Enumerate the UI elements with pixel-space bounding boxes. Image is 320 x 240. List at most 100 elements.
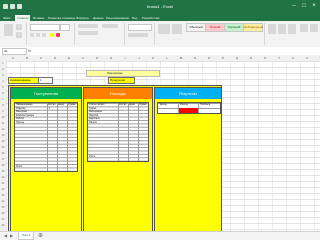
style-neutral[interactable]: Нейтральный <box>243 23 263 32</box>
insert-cells-icon[interactable] <box>268 24 276 34</box>
column-header[interactable]: I <box>118 56 132 60</box>
sum-icon[interactable] <box>300 24 308 32</box>
format-table-icon[interactable] <box>172 24 182 34</box>
column-header[interactable]: H <box>104 56 118 60</box>
window-title: Книга1 - Excel <box>147 4 173 9</box>
minimize-icon[interactable]: – <box>290 3 298 10</box>
column-header[interactable]: Q <box>230 56 244 60</box>
expense-row-name: Налоги <box>89 121 98 124</box>
income-col-name: Наименование <box>16 103 33 106</box>
result-panel: Результат Доход Расход Прибыль <box>154 87 222 231</box>
ribbon: Обычный Плохой Хороший Нейтральный <box>0 21 320 48</box>
expense-row-name: Зарплата <box>89 117 100 120</box>
column-header[interactable]: S <box>258 56 272 60</box>
column-header[interactable]: P <box>216 56 230 60</box>
ribbon-separator <box>26 23 27 45</box>
income-total-label: Итого <box>16 165 23 168</box>
wrap-text-icon[interactable] <box>78 31 98 35</box>
sheet-tab[interactable]: Лист1 <box>18 232 35 240</box>
result-table[interactable]: Доход Расход Прибыль <box>157 102 221 114</box>
column-header[interactable]: D <box>48 56 62 60</box>
column-header[interactable]: B <box>20 56 34 60</box>
input1-label-cell[interactable]: Наименование <box>8 77 39 84</box>
income-row-qty: 1 <box>49 107 51 110</box>
worksheet-grid[interactable]: План выпуска Наименование 1 Продукция По… <box>6 61 320 231</box>
sheet-tab-bar: ◀ ▶ Лист1 ⊕ <box>0 231 320 240</box>
excel-window: Книга1 - Excel – □ × Файл Главная Вставк… <box>0 0 320 240</box>
column-header[interactable]: U <box>286 56 300 60</box>
result-col-income: Доход <box>160 103 167 106</box>
input1-value: 1 <box>40 78 42 82</box>
expense-total-label: Итого <box>89 155 96 158</box>
column-header[interactable]: N <box>188 56 202 60</box>
undo-icon[interactable] <box>10 4 15 9</box>
maximize-icon[interactable]: □ <box>300 3 308 10</box>
font-name-box[interactable] <box>30 24 60 31</box>
income-panel-title: Поступления <box>11 88 81 99</box>
style-normal[interactable]: Обычный <box>186 23 206 32</box>
result-col-expense: Расход <box>180 103 188 106</box>
income-panel: Поступления Наименование Кол-во Цена Сум… <box>10 87 82 231</box>
underline-icon[interactable] <box>42 33 46 37</box>
expense-col-qty: Кол-во <box>119 103 127 106</box>
conditional-format-icon[interactable] <box>158 24 170 34</box>
cut-icon[interactable] <box>16 24 22 30</box>
expense-table[interactable]: Статья затрат Кол-во Цена Сумма Сырьё Ма… <box>87 102 149 162</box>
title-bar: Книга1 - Excel – □ × <box>0 0 320 14</box>
column-header[interactable]: E <box>62 56 76 60</box>
copy-icon[interactable] <box>16 32 22 38</box>
expense-col-price: Цена <box>129 103 135 106</box>
align-icon[interactable] <box>78 24 98 28</box>
style-good[interactable]: Хороший <box>224 23 244 32</box>
redo-icon[interactable] <box>17 4 22 9</box>
font-size-box[interactable] <box>60 24 70 31</box>
sort-filter-icon[interactable] <box>310 24 318 32</box>
next-sheet-icon[interactable]: ▶ <box>10 233 13 238</box>
ribbon-separator <box>124 23 125 45</box>
income-col-sum: Сумма <box>68 103 76 106</box>
bold-icon[interactable] <box>30 33 34 37</box>
prev-sheet-icon[interactable]: ◀ <box>4 233 7 238</box>
column-header[interactable]: J <box>132 56 146 60</box>
plan-label-cell: План выпуска <box>86 70 160 77</box>
style-bad[interactable]: Плохой <box>205 23 225 32</box>
column-header[interactable]: O <box>202 56 216 60</box>
column-header[interactable]: W <box>314 56 320 60</box>
column-header[interactable]: V <box>300 56 314 60</box>
close-icon[interactable]: × <box>310 3 318 10</box>
italic-icon[interactable] <box>36 33 40 37</box>
ribbon-tabs: Файл Главная Вставка Разметка страницы Ф… <box>0 14 320 21</box>
column-header[interactable]: C <box>34 56 48 60</box>
column-header[interactable]: A <box>6 56 20 60</box>
fill-color-icon[interactable] <box>50 33 54 37</box>
result-col-profit: Прибыль <box>200 103 211 106</box>
ribbon-separator <box>154 23 155 45</box>
number-format-box[interactable] <box>128 24 152 31</box>
input1-label: Наименование <box>10 78 31 82</box>
result-highlight-cell[interactable] <box>179 108 198 113</box>
percent-icon[interactable] <box>128 33 148 37</box>
function-icon[interactable]: fx <box>28 48 31 53</box>
expense-col-sum: Сумма <box>139 103 147 106</box>
save-icon[interactable] <box>3 4 8 9</box>
column-header[interactable]: L <box>160 56 174 60</box>
expense-panel: Расходы Статья затрат Кол-во Цена Сумма … <box>83 87 153 231</box>
expense-panel-title: Расходы <box>84 88 152 99</box>
column-header[interactable]: M <box>174 56 188 60</box>
column-header[interactable]: K <box>146 56 160 60</box>
format-cells-icon[interactable] <box>288 24 296 34</box>
add-sheet-icon[interactable]: ⊕ <box>38 232 43 239</box>
delete-cells-icon[interactable] <box>278 24 286 34</box>
income-table[interactable]: Наименование Кол-во Цена Сумма Изделие 1… <box>14 102 78 172</box>
column-header[interactable]: F <box>76 56 90 60</box>
input2-label-cell[interactable]: Продукция <box>108 77 135 84</box>
column-header[interactable]: R <box>244 56 258 60</box>
name-box[interactable]: A1 <box>2 48 27 55</box>
merge-icon[interactable] <box>102 24 118 28</box>
font-color-icon[interactable] <box>56 33 60 37</box>
input1-value-cell[interactable]: 1 <box>38 77 53 84</box>
ribbon-separator <box>264 23 265 45</box>
column-header[interactable]: T <box>272 56 286 60</box>
column-header[interactable]: G <box>90 56 104 60</box>
paste-icon[interactable] <box>4 24 13 36</box>
